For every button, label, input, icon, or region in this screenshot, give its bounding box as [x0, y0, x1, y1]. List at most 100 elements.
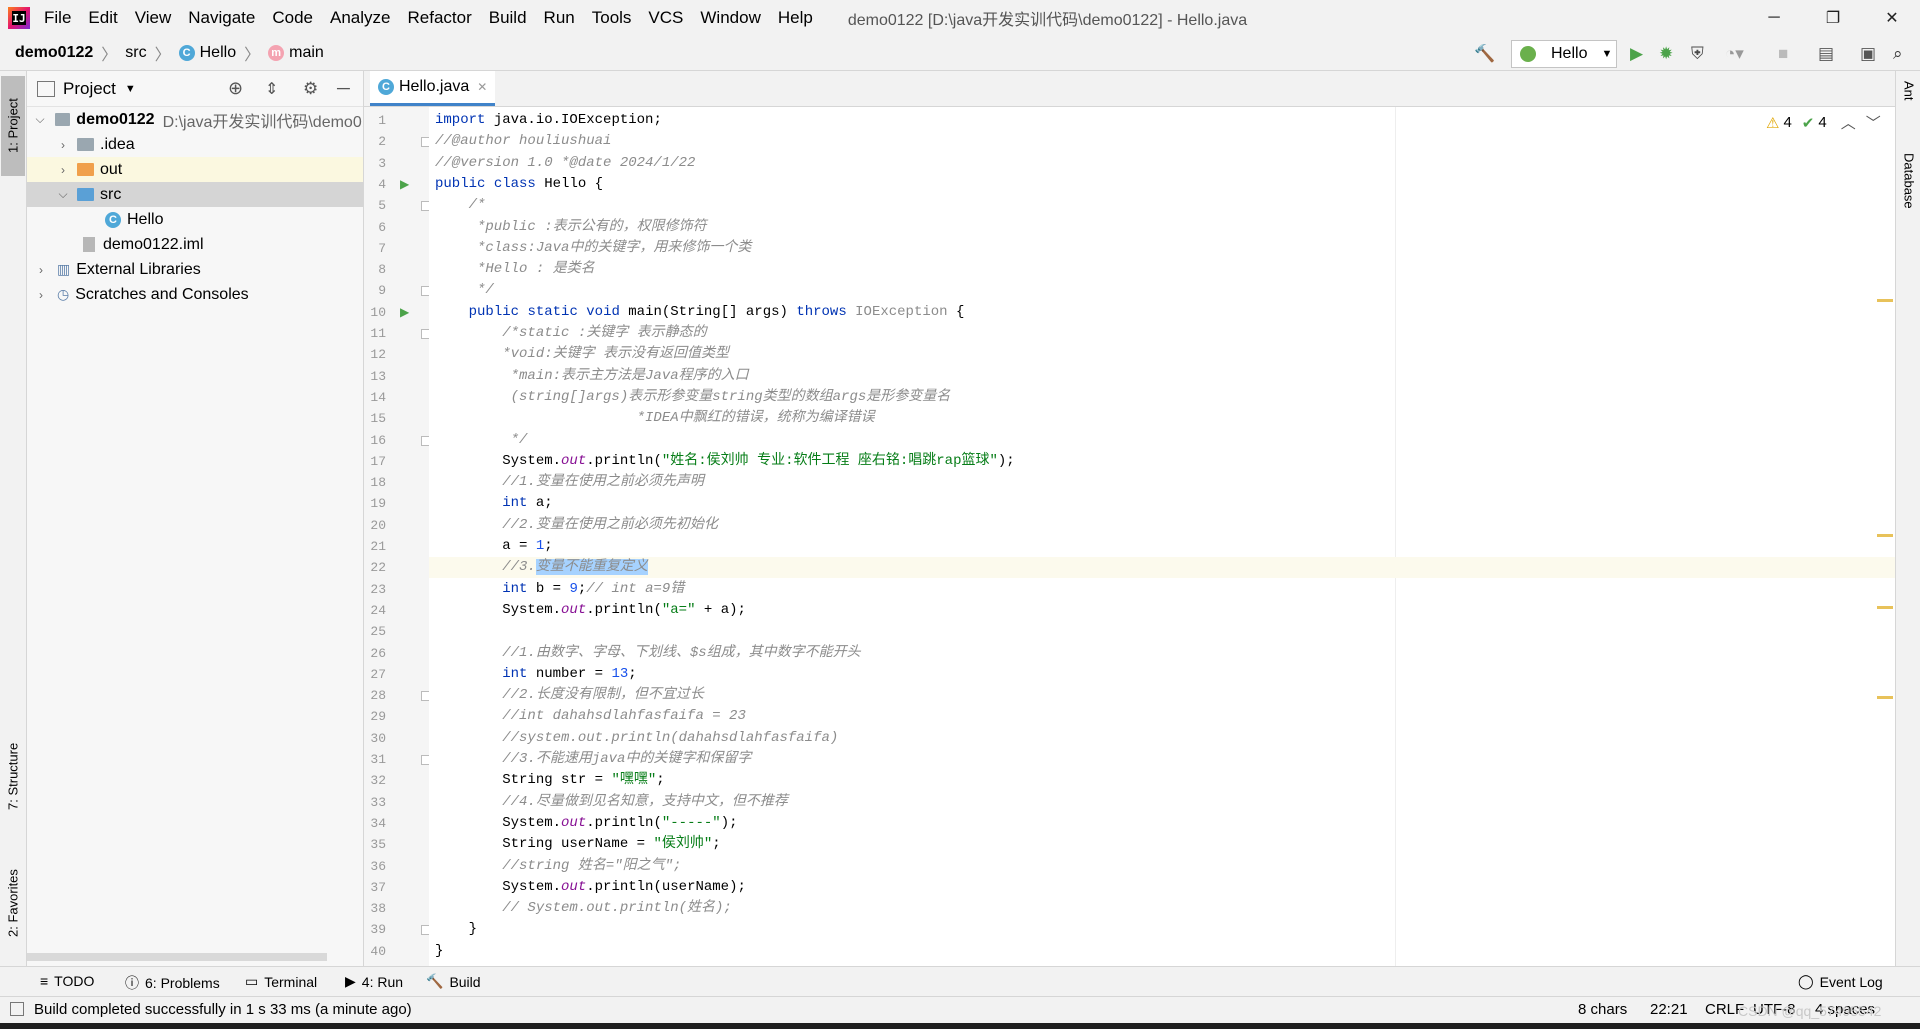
- menu-help[interactable]: Help: [778, 8, 813, 28]
- tree-item-src[interactable]: ⌵ src: [27, 182, 363, 207]
- code-line[interactable]: *Hello : 是类名: [429, 259, 1895, 280]
- code-editor[interactable]: ⚠ 4 ✔ 4 ︿ ﹀ import java.io.IOException; /…: [429, 107, 1895, 966]
- code-line[interactable]: String userName = "侯刘帅";: [429, 834, 1895, 855]
- tree-item-hello[interactable]: C Hello: [27, 207, 363, 232]
- code-line[interactable]: }: [429, 941, 1895, 962]
- editor-gutter[interactable]: 1 2 3 4 5 6 7 8 9 10 11 12 13 14 15 16 17 18 19 20 21 22 23 24 2…: [364, 107, 431, 966]
- search-icon[interactable]: ⌕: [1893, 44, 1903, 64]
- code-line[interactable]: //1.由数字、字母、下划线、$s组成，其中数字不能开头: [429, 643, 1895, 664]
- code-line[interactable]: //4.尽量做到见名知意，支持中文，但不推荐: [429, 792, 1895, 813]
- status-message[interactable]: Build completed successfully in 1 s 33 m…: [34, 1001, 412, 1018]
- tree-item-scratches[interactable]: › ◷ Scratches and Consoles: [27, 282, 363, 307]
- menu-window[interactable]: Window: [700, 8, 760, 28]
- code-line[interactable]: String str = "嘿嘿";: [429, 770, 1895, 791]
- project-panel-title[interactable]: Project: [63, 79, 116, 99]
- tree-item-module[interactable]: ⌵ demo0122 D:\java开发实训代码\demo0122: [27, 107, 363, 132]
- chevron-down-icon[interactable]: ▼: [125, 83, 136, 95]
- code-line[interactable]: //1.变量在使用之前必须先声明: [429, 472, 1895, 493]
- code-line[interactable]: System.out.println("a=" + a);: [429, 600, 1895, 621]
- code-line[interactable]: */: [429, 280, 1895, 301]
- code-line[interactable]: [429, 621, 1895, 642]
- code-line[interactable]: (string[]args)表示形参变量string类型的数组args是形参变量…: [429, 387, 1895, 408]
- code-line[interactable]: //@author houliushuai: [429, 131, 1895, 152]
- code-line[interactable]: // System.out.println(姓名);: [429, 898, 1895, 919]
- expand-arrow-icon[interactable]: ⌵: [33, 112, 47, 127]
- breadcrumb-project[interactable]: demo0122: [15, 44, 93, 62]
- run-config-select[interactable]: Hello ▼: [1511, 40, 1617, 68]
- code-line[interactable]: int number = 13;: [429, 664, 1895, 685]
- code-line[interactable]: //system.out.println(dahahsdlahfasfaifa): [429, 728, 1895, 749]
- code-line[interactable]: *main:表示主方法是Java程序的入口: [429, 366, 1895, 387]
- code-line[interactable]: *public :表示公有的，权限修饰符: [429, 217, 1895, 238]
- split-icon[interactable]: ▣: [1860, 44, 1876, 64]
- error-stripe-mark[interactable]: [1877, 606, 1893, 609]
- stop-icon[interactable]: ■: [1778, 44, 1788, 64]
- hide-panel-icon[interactable]: ─: [337, 78, 350, 99]
- menu-navigate[interactable]: Navigate: [188, 8, 255, 28]
- status-caret-position[interactable]: 22:21: [1650, 1001, 1688, 1018]
- run-gutter-icon[interactable]: ▶: [400, 305, 409, 319]
- hammer-icon[interactable]: 🔨: [1474, 44, 1495, 64]
- menu-edit[interactable]: Edit: [88, 8, 117, 28]
- tree-item-out[interactable]: › out: [27, 157, 363, 182]
- debug-icon[interactable]: ✹: [1659, 44, 1673, 64]
- collapse-all-icon[interactable]: ⇕: [265, 79, 278, 99]
- tab-structure[interactable]: 7: Structure: [1, 721, 25, 831]
- problems-tool-button[interactable]: ⓘ 6: Problems: [125, 973, 220, 993]
- todo-tool-button[interactable]: ≡ TODO: [40, 973, 94, 989]
- build-tool-button[interactable]: 🔨 Build: [426, 973, 481, 990]
- run-icon[interactable]: ▶: [1630, 44, 1643, 64]
- menu-build[interactable]: Build: [489, 8, 527, 28]
- code-line[interactable]: /*: [429, 195, 1895, 216]
- error-stripe-mark[interactable]: [1877, 696, 1893, 699]
- coverage-icon[interactable]: ⛨: [1691, 44, 1704, 64]
- menu-vcs[interactable]: VCS: [648, 8, 683, 28]
- profile-icon[interactable]: ◔▾: [1725, 44, 1744, 64]
- restore-button[interactable]: ❐: [1805, 0, 1861, 36]
- code-line[interactable]: int b = 9;// int a=9错: [429, 579, 1895, 600]
- terminal-tool-button[interactable]: ▭ Terminal: [245, 973, 317, 990]
- locate-icon[interactable]: ⊕: [228, 78, 243, 99]
- code-line[interactable]: //@version 1.0 *@date 2024/1/22: [429, 153, 1895, 174]
- gear-icon[interactable]: ⚙: [303, 79, 318, 99]
- tree-item-iml[interactable]: demo0122.iml: [27, 232, 363, 257]
- tab-ant[interactable]: Ant: [1898, 81, 1920, 131]
- breadcrumb-method[interactable]: main: [289, 44, 324, 62]
- run-tool-button[interactable]: ▶ 4: Run: [345, 973, 403, 990]
- menu-run[interactable]: Run: [544, 8, 575, 28]
- chevron-right-icon[interactable]: ›: [55, 163, 71, 177]
- breadcrumb-src[interactable]: src: [125, 44, 146, 62]
- tab-database[interactable]: Database: [1898, 153, 1920, 263]
- code-line[interactable]: //3.不能速用java中的关键字和保留字: [429, 749, 1895, 770]
- code-line[interactable]: }: [429, 919, 1895, 940]
- event-log-tool-button[interactable]: ◯ Event Log: [1798, 973, 1883, 990]
- error-stripe-mark[interactable]: [1877, 534, 1893, 537]
- tree-item-idea[interactable]: › .idea: [27, 132, 363, 157]
- minimize-button[interactable]: ─: [1746, 0, 1802, 36]
- close-tab-icon[interactable]: ✕: [477, 80, 487, 94]
- status-toggle-icon[interactable]: [10, 1002, 24, 1016]
- code-line[interactable]: public static void main(String[] args) t…: [429, 302, 1895, 323]
- close-window-button[interactable]: ✕: [1864, 0, 1920, 36]
- expand-arrow-icon[interactable]: ⌵: [55, 187, 71, 202]
- code-line[interactable]: */: [429, 430, 1895, 451]
- menu-file[interactable]: File: [44, 8, 71, 28]
- code-line[interactable]: System.out.println(userName);: [429, 877, 1895, 898]
- horizontal-scrollbar[interactable]: [27, 953, 327, 961]
- code-line[interactable]: //2.长度没有限制，但不宜过长: [429, 685, 1895, 706]
- breadcrumb-class[interactable]: Hello: [200, 44, 236, 62]
- menu-tools[interactable]: Tools: [592, 8, 632, 28]
- menu-code[interactable]: Code: [272, 8, 313, 28]
- code-line[interactable]: /*static :关键字 表示静态的: [429, 323, 1895, 344]
- code-line[interactable]: *void:关键字 表示没有返回值类型: [429, 344, 1895, 365]
- run-gutter-icon[interactable]: ▶: [400, 177, 409, 191]
- code-line[interactable]: a = 1;: [429, 536, 1895, 557]
- chevron-right-icon[interactable]: ›: [33, 263, 49, 277]
- code-line[interactable]: //3.变量不能重复定义: [429, 557, 1895, 579]
- code-line[interactable]: *IDEA中飘红的错误，统称为编译错误: [429, 408, 1895, 429]
- code-line[interactable]: //2.变量在使用之前必须先初始化: [429, 515, 1895, 536]
- menu-analyze[interactable]: Analyze: [330, 8, 390, 28]
- tree-item-external-libraries[interactable]: › ▥ External Libraries: [27, 257, 363, 282]
- code-line[interactable]: *class:Java中的关键字，用来修饰一个类: [429, 238, 1895, 259]
- tab-hello-java[interactable]: C Hello.java ✕: [370, 71, 496, 106]
